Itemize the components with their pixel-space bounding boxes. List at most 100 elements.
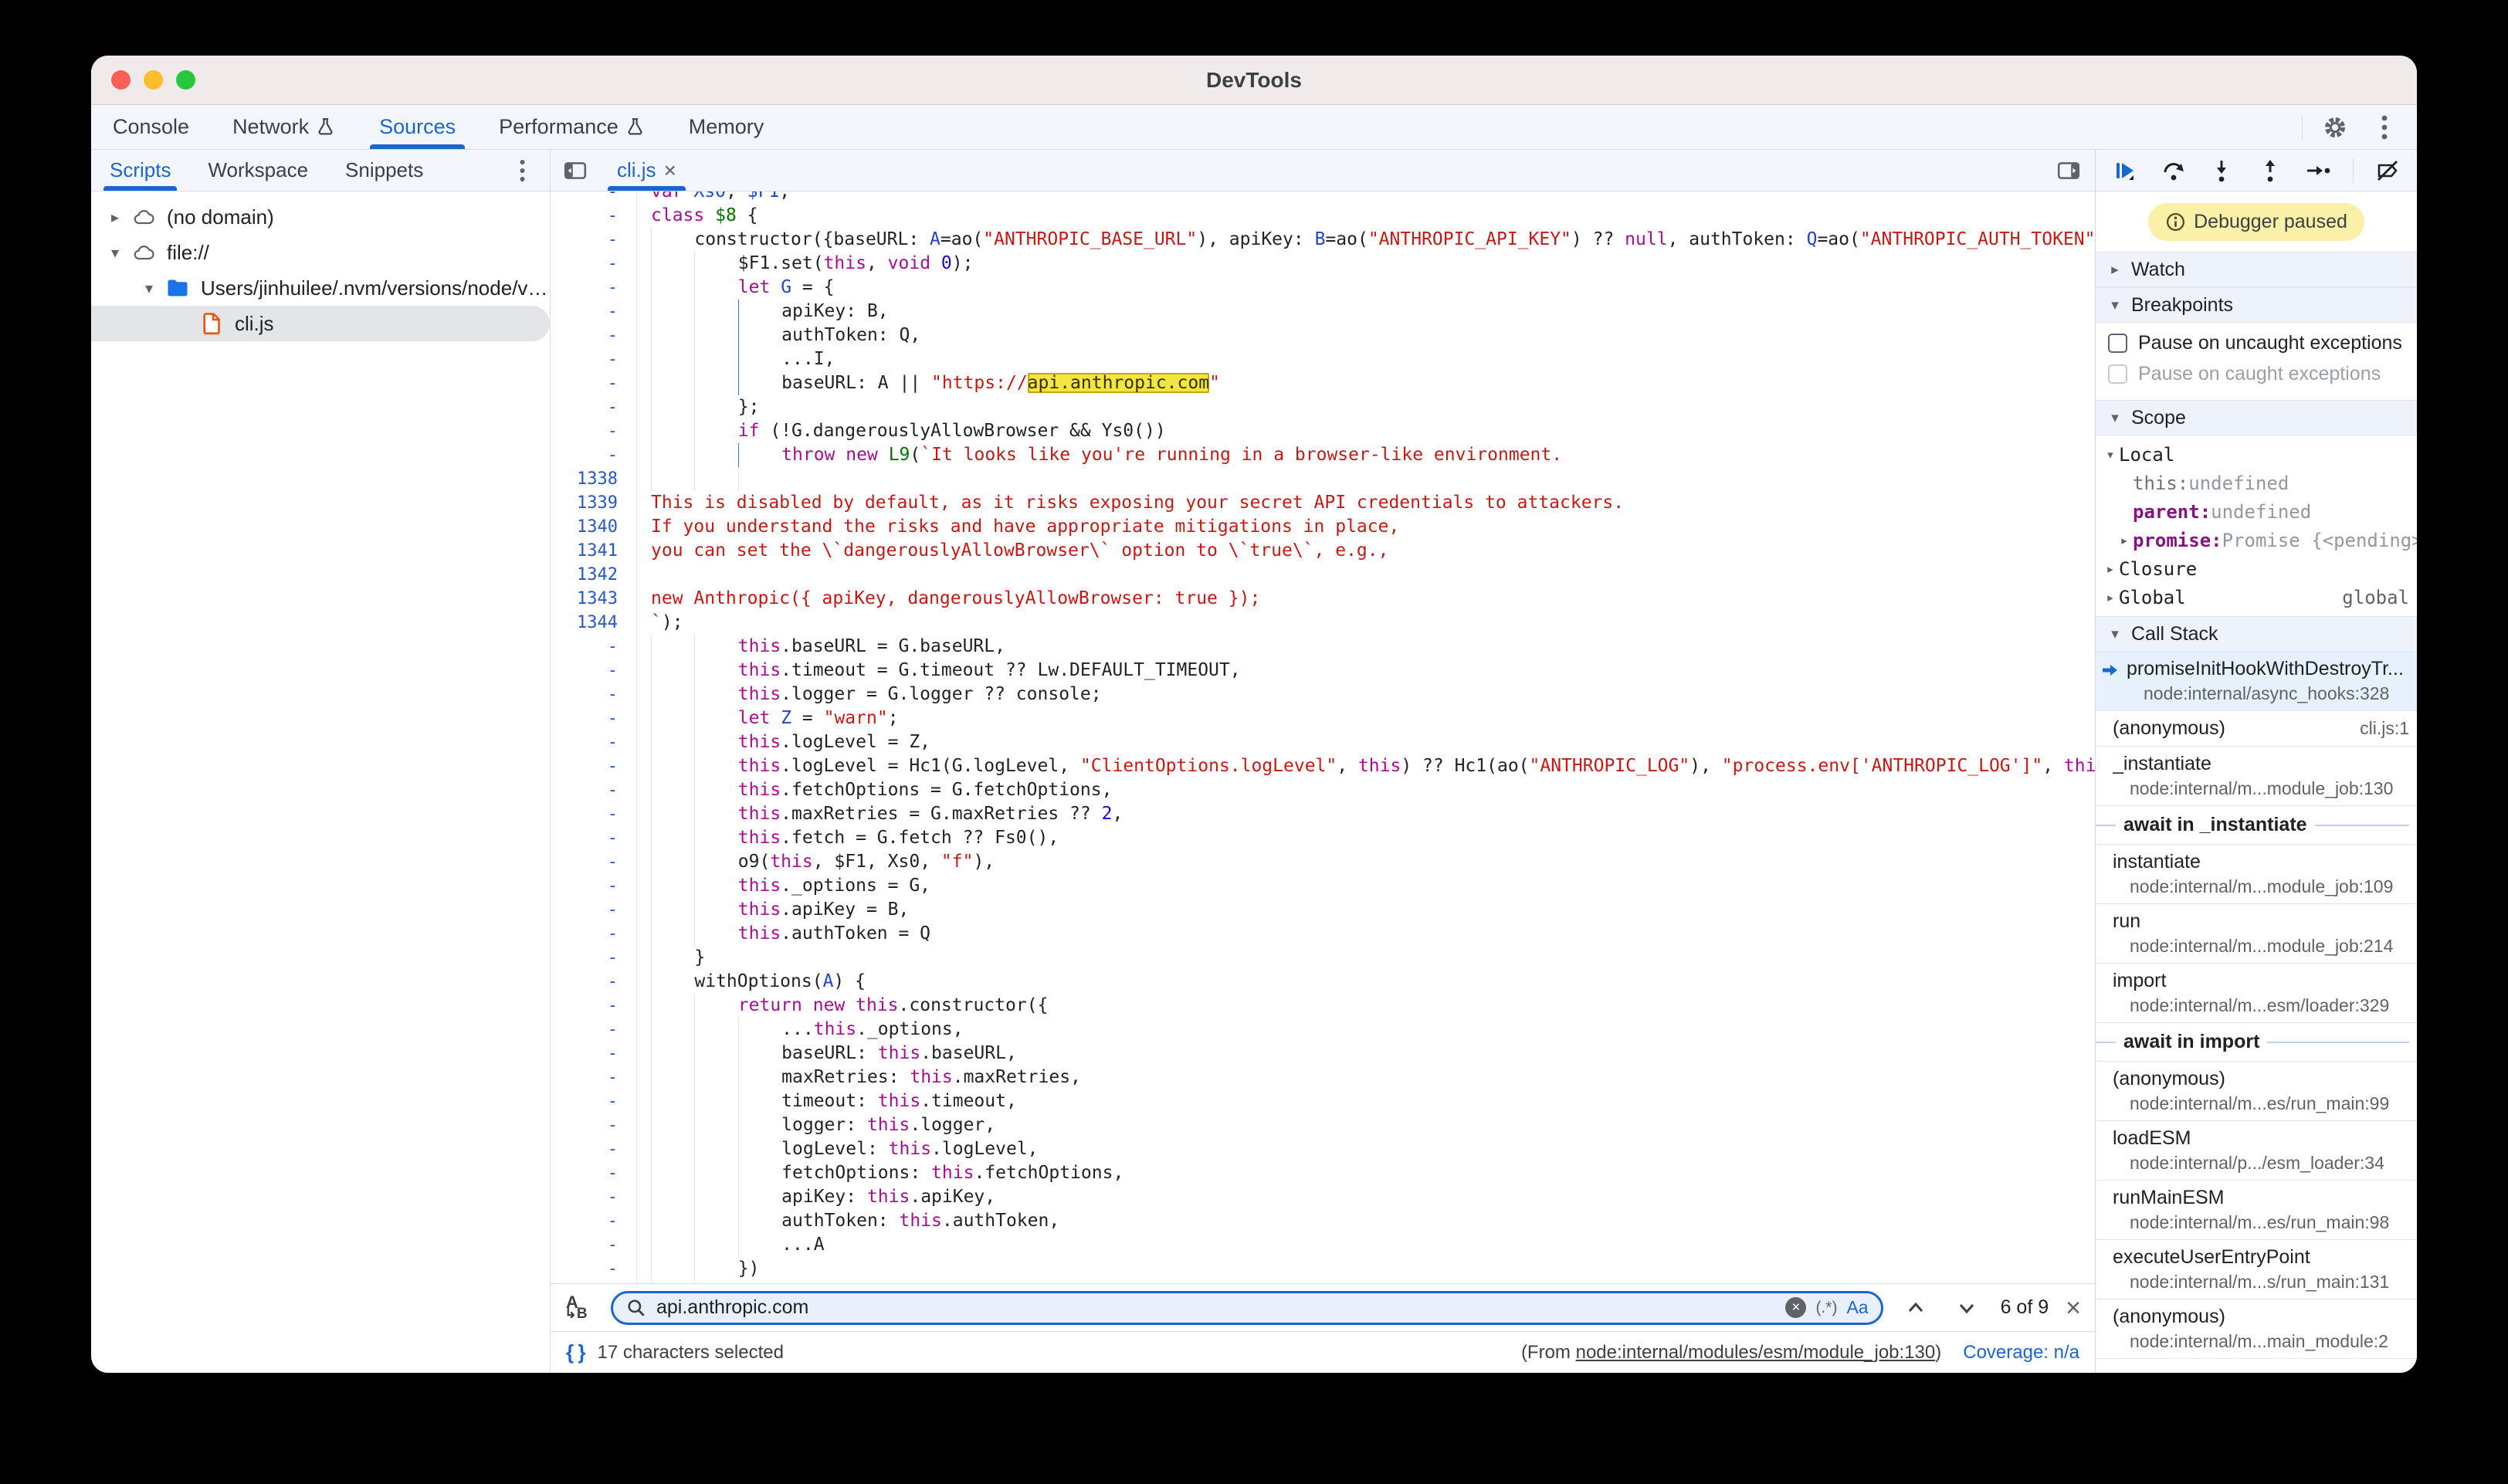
previous-match-chevron-up-icon[interactable] (1899, 1291, 1933, 1325)
from-source-link[interactable]: node:internal/modules/esm/module_job:130 (1576, 1342, 1936, 1363)
line-number-gutter[interactable]: - (551, 1257, 637, 1281)
line-number-gutter[interactable]: - (551, 228, 637, 252)
next-match-chevron-down-icon[interactable] (1950, 1291, 1984, 1325)
call-stack-frame[interactable]: loadESMnode:internal/p.../esm_loader:34 (2096, 1121, 2417, 1181)
line-number-gutter[interactable]: - (551, 1042, 637, 1066)
step-over-icon[interactable] (2160, 154, 2188, 188)
call-stack-frame[interactable]: executeUserEntryPointnode:internal/m...s… (2096, 1240, 2417, 1299)
sidebar-tab-scripts[interactable]: Scripts (91, 150, 189, 191)
tree-item-users-jinhuilee-nvm-versions-node-v2-[interactable]: ▾Users/jinhuilee/.nvm/versions/node/v2… (91, 270, 550, 306)
close-tab-icon[interactable]: × (664, 158, 676, 183)
coverage-link[interactable]: Coverage: n/a (1963, 1342, 2079, 1364)
checkbox[interactable] (2108, 364, 2127, 384)
line-number-gutter[interactable]: - (551, 994, 637, 1018)
breakpoint-option[interactable]: Pause on caught exceptions (2096, 358, 2417, 389)
line-number-gutter[interactable]: - (551, 1281, 637, 1283)
line-number-gutter[interactable]: - (551, 395, 637, 419)
step-out-icon[interactable] (2256, 154, 2285, 188)
resume-script-icon[interactable] (2111, 154, 2140, 188)
sidebar-more-kebab-icon[interactable] (505, 154, 539, 188)
line-number-gutter[interactable]: - (551, 970, 637, 994)
line-number-gutter[interactable]: - (551, 802, 637, 826)
call-stack-frame[interactable]: promiseInitHookWithDestroyTr...node:inte… (2096, 652, 2417, 711)
line-number-gutter[interactable]: 1343 (551, 587, 637, 611)
scope-group-local[interactable]: ▾Local (2096, 440, 2417, 469)
line-number-gutter[interactable]: - (551, 1209, 637, 1233)
call-stack-frame[interactable]: runMainESMnode:internal/m...es/run_main:… (2096, 1181, 2417, 1240)
sidebar-tab-workspace[interactable]: Workspace (189, 150, 327, 191)
line-number-gutter[interactable]: - (551, 1089, 637, 1113)
scope-variable-parent[interactable]: parent: undefined (2096, 497, 2417, 526)
call-stack-frame[interactable]: (anonymous)node:internal/m...main_module… (2096, 1299, 2417, 1359)
replace-ab-icon[interactable]: A↳B (564, 1294, 600, 1321)
breakpoint-option[interactable]: Pause on uncaught exceptions (2096, 327, 2417, 358)
step-into-icon[interactable] (2208, 154, 2236, 188)
tree-item--no-domain-[interactable]: ▸(no domain) (91, 199, 550, 235)
settings-gear-icon[interactable] (2318, 110, 2352, 144)
match-case-toggle[interactable]: Aa (1846, 1297, 1868, 1318)
line-number-gutter[interactable]: - (551, 324, 637, 347)
line-number-gutter[interactable]: - (551, 276, 637, 300)
clear-search-icon[interactable]: × (1785, 1297, 1806, 1318)
line-number-gutter[interactable]: - (551, 1161, 637, 1185)
call-stack-frame[interactable]: (anonymous)cli.js:1 (2096, 711, 2417, 747)
code-editor[interactable]: -var Xs0, $F1;-class $8 {- constructor({… (551, 191, 2095, 1283)
pretty-print-braces-button[interactable]: { } (566, 1340, 585, 1364)
line-number-gutter[interactable]: - (551, 300, 637, 324)
deactivate-breakpoints-icon[interactable] (2373, 154, 2401, 188)
line-number-gutter[interactable]: - (551, 419, 637, 443)
line-number-gutter[interactable]: - (551, 730, 637, 754)
scope-section-header[interactable]: ▾Scope (2096, 400, 2417, 435)
line-number-gutter[interactable]: 1338 (551, 467, 637, 491)
toggle-left-panel-icon[interactable] (558, 154, 592, 188)
line-number-gutter[interactable]: - (551, 1185, 637, 1209)
more-options-kebab-icon[interactable] (2367, 110, 2401, 144)
scope-variable-promise[interactable]: ▸promise: Promise {<pending>} (2096, 526, 2417, 554)
line-number-gutter[interactable]: - (551, 1066, 637, 1089)
scope-group-closure[interactable]: ▸Closure (2096, 554, 2417, 583)
tree-expander-icon[interactable]: ▸ (102, 208, 128, 227)
watch-section-header[interactable]: ▸Watch (2096, 252, 2417, 287)
call-stack-frame[interactable]: instantiatenode:internal/m...module_job:… (2096, 845, 2417, 904)
line-number-gutter[interactable]: - (551, 1018, 637, 1042)
line-number-gutter[interactable]: - (551, 922, 637, 946)
call-stack-frame[interactable]: (anonymous)node:internal/m...es/run_main… (2096, 1062, 2417, 1121)
line-number-gutter[interactable]: - (551, 347, 637, 371)
regex-toggle[interactable]: (.*) (1815, 1299, 1837, 1317)
sidebar-tab-snippets[interactable]: Snippets (327, 150, 442, 191)
tab-performance[interactable]: Performance (477, 105, 667, 149)
breakpoints-section-header[interactable]: ▾Breakpoints (2096, 287, 2417, 323)
tab-sources[interactable]: Sources (358, 105, 477, 149)
line-number-gutter[interactable]: - (551, 191, 637, 204)
tab-network[interactable]: Network (211, 105, 358, 149)
scope-group-global[interactable]: ▸Globalglobal (2096, 583, 2417, 612)
step-icon[interactable] (2304, 154, 2333, 188)
editor-tab-clijs[interactable]: cli.js × (603, 150, 690, 191)
tab-memory[interactable]: Memory (667, 105, 786, 149)
line-number-gutter[interactable]: 1341 (551, 539, 637, 563)
line-number-gutter[interactable]: 1342 (551, 563, 637, 587)
tree-expander-icon[interactable]: ▾ (136, 279, 162, 298)
line-number-gutter[interactable]: - (551, 850, 637, 874)
tree-expander-icon[interactable]: ▾ (102, 243, 128, 263)
scope-variable-this[interactable]: this: undefined (2096, 469, 2417, 497)
line-number-gutter[interactable]: - (551, 1113, 637, 1137)
line-number-gutter[interactable]: - (551, 371, 637, 395)
line-number-gutter[interactable]: 1339 (551, 491, 637, 515)
line-number-gutter[interactable]: - (551, 898, 637, 922)
close-search-icon[interactable]: × (2066, 1295, 2081, 1321)
call-stack-frame[interactable]: importnode:internal/m...esm/loader:329 (2096, 964, 2417, 1023)
line-number-gutter[interactable]: - (551, 443, 637, 467)
checkbox[interactable] (2108, 334, 2127, 353)
line-number-gutter[interactable]: - (551, 204, 637, 228)
search-input[interactable]: api.anthropic.com × (.*) Aa (611, 1291, 1883, 1325)
line-number-gutter[interactable]: - (551, 1137, 637, 1161)
line-number-gutter[interactable]: - (551, 778, 637, 802)
line-number-gutter[interactable]: 1340 (551, 515, 637, 539)
line-number-gutter[interactable]: - (551, 754, 637, 778)
line-number-gutter[interactable]: - (551, 946, 637, 970)
line-number-gutter[interactable]: - (551, 706, 637, 730)
call-stack-frame[interactable]: runnode:internal/m...module_job:214 (2096, 904, 2417, 964)
line-number-gutter[interactable]: 1344 (551, 611, 637, 635)
line-number-gutter[interactable]: - (551, 683, 637, 706)
